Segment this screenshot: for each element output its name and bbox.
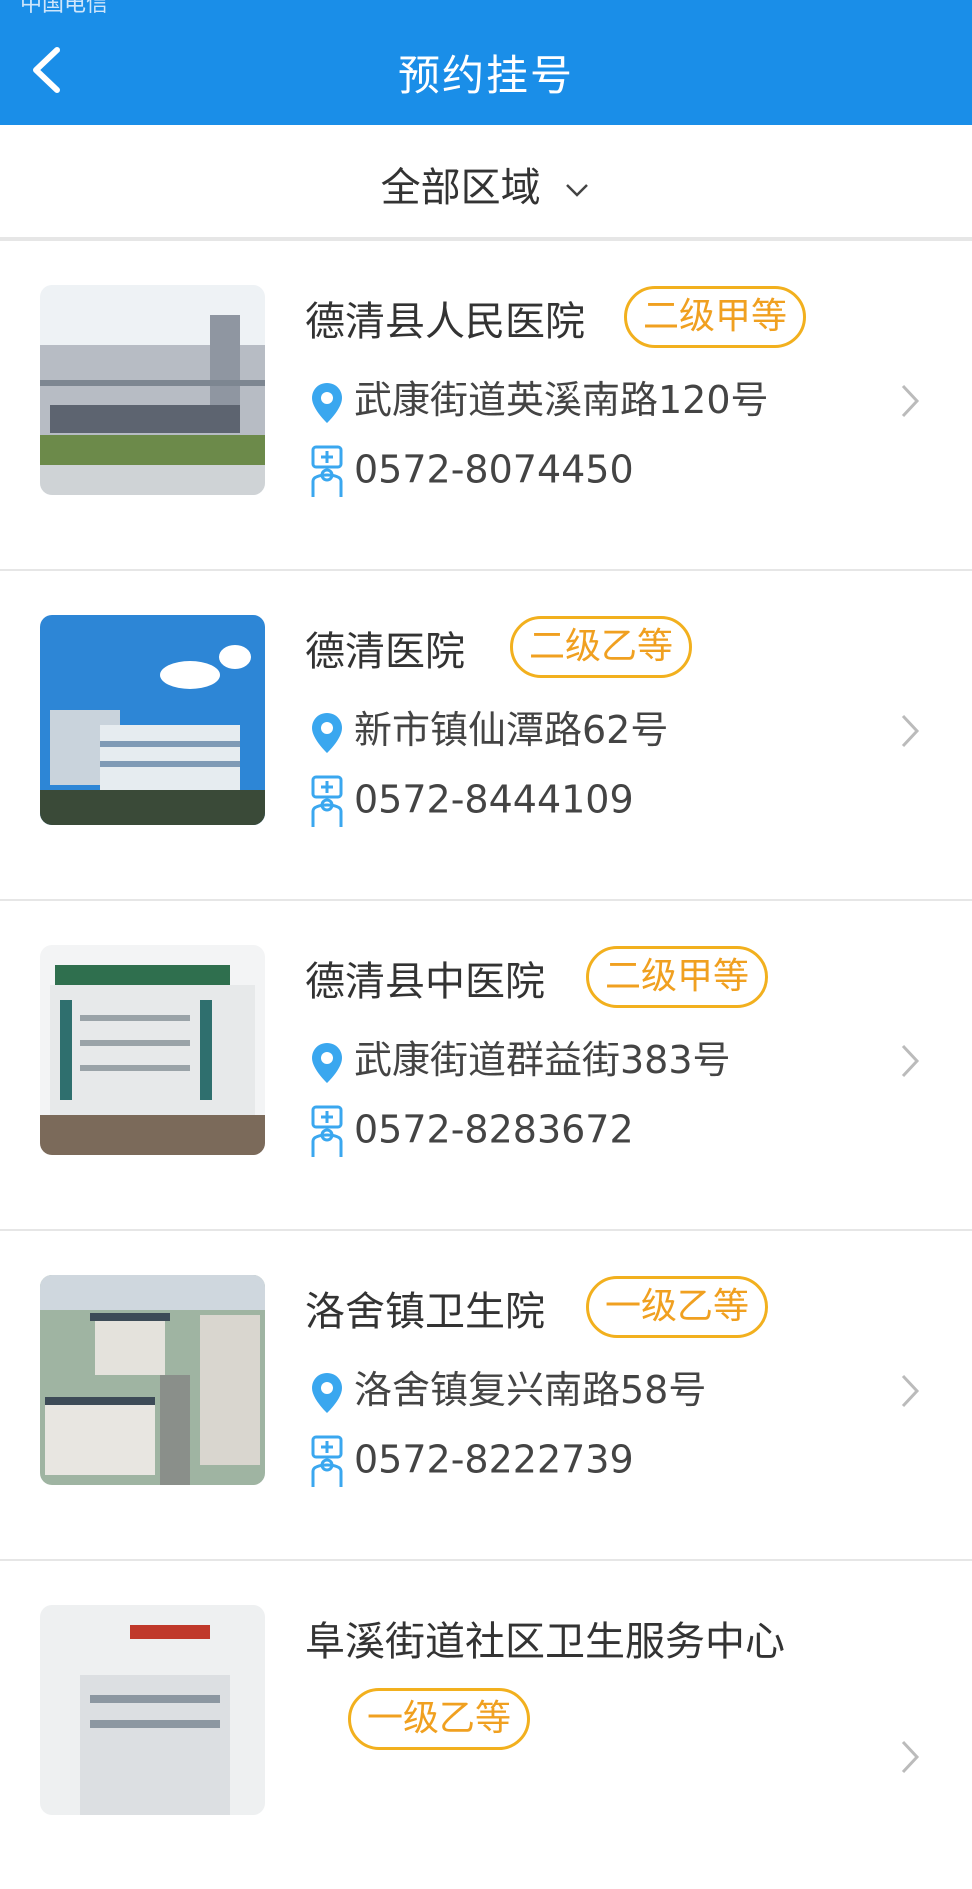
hospital-list: 德清县人民医院 二级甲等 武康街道英溪南路120号 0572-8074450 德… [0,241,972,1889]
hospital-level-badge: 二级乙等 [510,616,693,678]
hospital-photo [40,1275,265,1485]
hospital-item[interactable]: 洛舍镇卫生院 一级乙等 洛舍镇复兴南路58号 0572-8222739 [0,1231,972,1561]
chevron-down-icon [566,184,589,197]
chevron-right-icon [901,1044,920,1078]
hospital-level-badge: 二级甲等 [586,946,769,1008]
hospital-name: 洛舍镇卫生院 [305,1289,545,1335]
hospital-photo [40,615,265,825]
hospital-photo [40,945,265,1155]
region-filter-label: 全部区域 [380,165,541,211]
hospital-item[interactable]: 德清医院 二级乙等 新市镇仙潭路62号 0572-8444109 [0,571,972,901]
doctor-phone-icon [311,775,343,827]
hospital-name: 德清县中医院 [305,959,545,1005]
doctor-phone-icon [311,1435,343,1487]
hospital-name: 德清医院 [305,629,465,675]
hospital-phone: 0572-8074450 [310,445,634,499]
app-header: 中国电信 预约挂号 [0,0,972,125]
chevron-right-icon [901,714,920,748]
status-carrier: 中国电信 [20,0,109,17]
hospital-level-badge: 一级乙等 [586,1276,769,1338]
page-title: 预约挂号 [397,51,574,100]
hospital-item[interactable]: 阜溪街道社区卫生服务中心 一级乙等 [0,1561,972,1889]
chevron-right-icon [901,1740,920,1774]
doctor-phone-icon [311,1105,343,1157]
map-pin-icon [312,712,342,753]
hospital-name: 德清县人民医院 [305,299,585,345]
hospital-photo [40,285,265,495]
doctor-phone-icon [311,445,343,497]
chevron-right-icon [901,1374,920,1408]
hospital-photo [40,1605,265,1815]
hospital-name: 阜溪街道社区卫生服务中心 [305,1619,785,1665]
chevron-right-icon [901,384,920,418]
hospital-phone: 0572-8283672 [310,1105,634,1159]
hospital-item[interactable]: 德清县中医院 二级甲等 武康街道群益街383号 0572-8283672 [0,901,972,1231]
map-pin-icon [312,1372,342,1413]
hospital-phone: 0572-8444109 [310,775,634,829]
hospital-level-badge: 二级甲等 [624,286,807,348]
hospital-address: 武康街道群益街383号 [310,1029,731,1085]
map-pin-icon [312,1042,342,1083]
region-filter[interactable]: 全部区域 [0,125,972,241]
hospital-address: 洛舍镇复兴南路58号 [310,1359,706,1415]
hospital-phone: 0572-8222739 [310,1435,634,1489]
hospital-level-badge: 一级乙等 [348,1688,531,1750]
hospital-address: 武康街道英溪南路120号 [310,369,769,425]
hospital-item[interactable]: 德清县人民医院 二级甲等 武康街道英溪南路120号 0572-8074450 [0,241,972,571]
hospital-address: 新市镇仙潭路62号 [310,699,668,755]
map-pin-icon [312,382,342,423]
